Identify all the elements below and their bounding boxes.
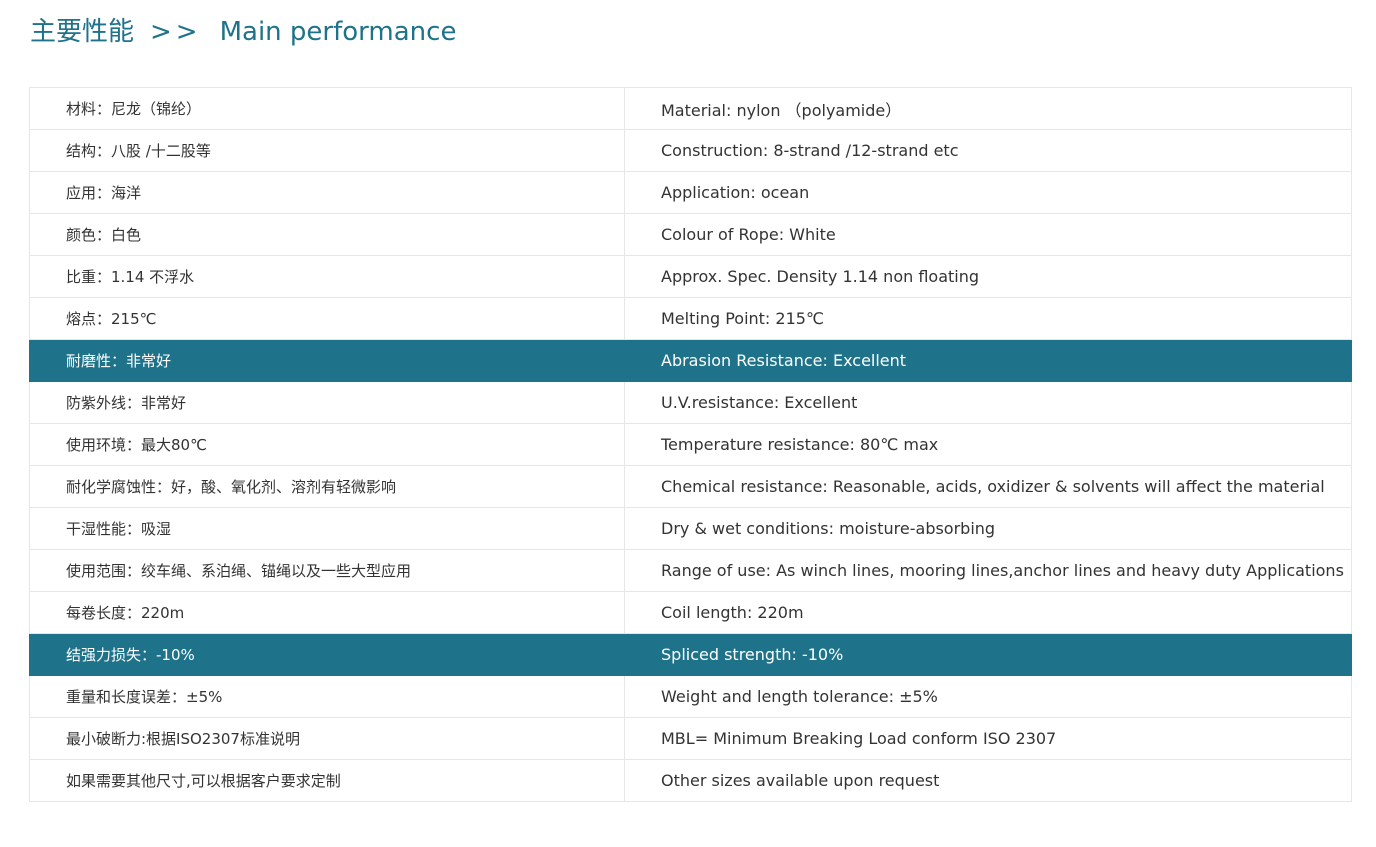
spec-cell-en: Dry & wet conditions: moisture-absorbing — [624, 507, 1352, 550]
spec-cell-cn: 结强力损失：-10% — [29, 633, 625, 676]
spec-cell-cn: 每卷长度：220m — [29, 591, 625, 634]
table-row: 如果需要其他尺寸,可以根据客户要求定制 Other sizes available… — [29, 759, 1352, 802]
spec-cell-cn: 熔点：215℃ — [29, 297, 625, 340]
spec-cell-en: Approx. Spec. Density 1.14 non floating — [624, 255, 1352, 298]
table-row: 颜色：白色 Colour of Rope: White — [29, 213, 1352, 256]
spec-cell-en: Temperature resistance: 80℃ max — [624, 423, 1352, 466]
spec-cell-en: Construction: 8-strand /12-strand etc — [624, 129, 1352, 172]
section-heading: 主要性能 >> Main performance — [30, 12, 456, 52]
spec-cell-cn: 耐化学腐蚀性：好，酸、氧化剂、溶剂有轻微影响 — [29, 465, 625, 508]
spec-cell-cn: 如果需要其他尺寸,可以根据客户要求定制 — [29, 759, 625, 802]
spec-cell-en: Chemical resistance: Reasonable, acids, … — [624, 465, 1352, 508]
spec-cell-cn: 干湿性能：吸湿 — [29, 507, 625, 550]
table-row: 使用范围：绞车绳、系泊绳、锚绳以及一些大型应用 Range of use: As … — [29, 549, 1352, 592]
table-row: 比重：1.14 不浮水 Approx. Spec. Density 1.14 no… — [29, 255, 1352, 298]
table-row: 熔点：215℃ Melting Point: 215℃ — [29, 297, 1352, 340]
spec-cell-en: Other sizes available upon request — [624, 759, 1352, 802]
heading-separator: >> — [150, 17, 202, 47]
spec-cell-en: Application: ocean — [624, 171, 1352, 214]
spec-cell-cn: 颜色：白色 — [29, 213, 625, 256]
table-row: 材料：尼龙（锦纶） Material: nylon （polyamide） — [29, 87, 1352, 130]
table-row: 结构：八股 /十二股等 Construction: 8-strand /12-st… — [29, 129, 1352, 172]
table-row: 耐化学腐蚀性：好，酸、氧化剂、溶剂有轻微影响 Chemical resistanc… — [29, 465, 1352, 508]
table-row: 干湿性能：吸湿 Dry & wet conditions: moisture-ab… — [29, 507, 1352, 550]
spec-cell-en: Weight and length tolerance: ±5% — [624, 675, 1352, 718]
spec-cell-en: Range of use: As winch lines, mooring li… — [624, 549, 1352, 592]
heading-cn: 主要性能 — [30, 17, 135, 47]
table-row: 应用：海洋 Application: ocean — [29, 171, 1352, 214]
spec-cell-cn: 材料：尼龙（锦纶） — [29, 87, 625, 130]
spec-cell-cn: 最小破断力:根据ISO2307标准说明 — [29, 717, 625, 760]
spec-cell-cn: 重量和长度误差：±5% — [29, 675, 625, 718]
spec-cell-cn: 耐磨性：非常好 — [29, 339, 625, 382]
spec-cell-en: Coil length: 220m — [624, 591, 1352, 634]
spec-cell-en: MBL= Minimum Breaking Load conform ISO 2… — [624, 717, 1352, 760]
spec-cell-en: U.V.resistance: Excellent — [624, 381, 1352, 424]
heading-en: Main performance — [219, 17, 457, 47]
table-row: 使用环境：最大80℃ Temperature resistance: 80℃ ma… — [29, 423, 1352, 466]
spec-cell-cn: 比重：1.14 不浮水 — [29, 255, 625, 298]
spec-cell-cn: 使用范围：绞车绳、系泊绳、锚绳以及一些大型应用 — [29, 549, 625, 592]
spec-cell-en: Colour of Rope: White — [624, 213, 1352, 256]
table-row: 重量和长度误差：±5% Weight and length tolerance: … — [29, 675, 1352, 718]
table-row: 最小破断力:根据ISO2307标准说明 MBL= Minimum Breaking… — [29, 717, 1352, 760]
spec-cell-en: Abrasion Resistance: Excellent — [624, 339, 1352, 382]
table-row: 每卷长度：220m Coil length: 220m — [29, 591, 1352, 634]
performance-table-body: 材料：尼龙（锦纶） Material: nylon （polyamide） 结构：八… — [29, 87, 1352, 802]
spec-cell-en: Spliced strength: -10% — [624, 633, 1352, 676]
table-row: 耐磨性：非常好 Abrasion Resistance: Excellent — [29, 339, 1352, 382]
spec-cell-cn: 使用环境：最大80℃ — [29, 423, 625, 466]
table-row: 防紫外线：非常好 U.V.resistance: Excellent — [29, 381, 1352, 424]
spec-cell-cn: 结构：八股 /十二股等 — [29, 129, 625, 172]
spec-cell-en: Melting Point: 215℃ — [624, 297, 1352, 340]
spec-cell-cn: 应用：海洋 — [29, 171, 625, 214]
table-row: 结强力损失：-10% Spliced strength: -10% — [29, 633, 1352, 676]
spec-cell-cn: 防紫外线：非常好 — [29, 381, 625, 424]
performance-table: 材料：尼龙（锦纶） Material: nylon （polyamide） 结构：八… — [29, 87, 1352, 802]
spec-cell-en: Material: nylon （polyamide） — [624, 87, 1352, 130]
